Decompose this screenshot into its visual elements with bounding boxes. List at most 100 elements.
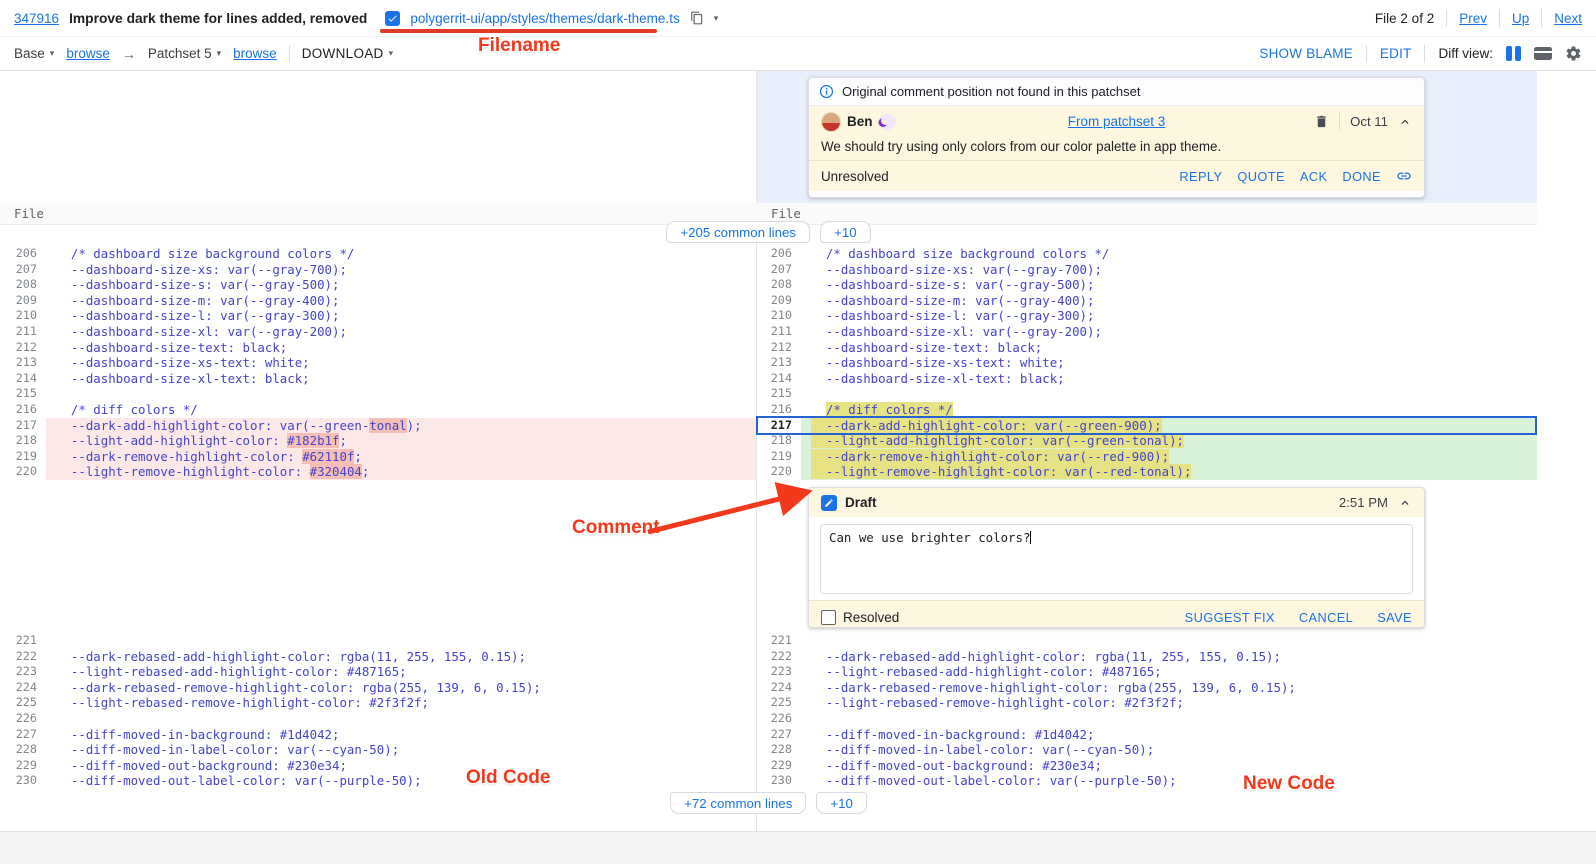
right-line-number[interactable]: 224 xyxy=(756,680,801,696)
left-code-cell: --diff-moved-in-background: #1d4042; xyxy=(46,727,756,743)
left-line-number[interactable]: 220 xyxy=(0,464,46,480)
right-line-number[interactable]: 208 xyxy=(756,277,801,293)
thread-action-ack[interactable]: ACK xyxy=(1300,169,1328,184)
right-line-number[interactable]: 223 xyxy=(756,664,801,680)
left-line-number[interactable]: 207 xyxy=(0,262,46,278)
right-line-number[interactable]: 219 xyxy=(756,449,801,465)
left-code-cell: --light-add-highlight-color: #182b1f; xyxy=(46,433,756,449)
left-code-cell: /* diff colors */ xyxy=(46,402,756,418)
side-by-side-view-icon[interactable] xyxy=(1506,46,1521,61)
right-line-number[interactable]: 227 xyxy=(756,727,801,743)
expand-button[interactable]: +10 xyxy=(820,221,871,243)
right-line-number[interactable]: 211 xyxy=(756,324,801,340)
resolved-checkbox[interactable] xyxy=(821,610,836,625)
right-line-number[interactable]: 221 xyxy=(756,633,801,649)
right-line-number[interactable]: 230 xyxy=(756,773,801,789)
code-row: 209 --dashboard-size-m: var(--gray-400);… xyxy=(0,293,1537,309)
right-line-number[interactable]: 222 xyxy=(756,649,801,665)
base-selector[interactable]: Base▾ xyxy=(14,46,54,61)
thread-action-done[interactable]: DONE xyxy=(1342,169,1381,184)
right-line-number[interactable]: 215 xyxy=(756,386,801,402)
left-line-number[interactable]: 219 xyxy=(0,449,46,465)
next-file-link[interactable]: Next xyxy=(1554,11,1582,26)
right-line-number[interactable]: 209 xyxy=(756,293,801,309)
expand-button[interactable]: +205 common lines xyxy=(666,221,810,243)
left-line-number[interactable]: 227 xyxy=(0,727,46,743)
left-line-number[interactable]: 229 xyxy=(0,758,46,774)
draft-action-cancel[interactable]: CANCEL xyxy=(1299,610,1353,625)
left-line-number[interactable]: 209 xyxy=(0,293,46,309)
link-icon[interactable] xyxy=(1396,168,1412,184)
right-line-number[interactable]: 212 xyxy=(756,340,801,356)
left-line-number[interactable]: 210 xyxy=(0,308,46,324)
browse-patchset-link[interactable]: browse xyxy=(233,46,277,61)
trash-icon[interactable] xyxy=(1314,114,1329,129)
right-line-number[interactable]: 225 xyxy=(756,695,801,711)
reviewed-checkbox[interactable] xyxy=(385,11,400,26)
left-line-number[interactable]: 214 xyxy=(0,371,46,387)
right-line-number[interactable]: 217 xyxy=(756,418,801,434)
browse-base-link[interactable]: browse xyxy=(66,46,110,61)
right-arrow-icon: → xyxy=(122,46,136,62)
left-code-cell: --dashboard-size-m: var(--gray-400); xyxy=(46,293,756,309)
left-line-number[interactable]: 222 xyxy=(0,649,46,665)
edit-button[interactable]: EDIT xyxy=(1380,46,1412,61)
draft-action-suggest-fix[interactable]: SUGGEST FIX xyxy=(1185,610,1275,625)
unified-view-icon[interactable] xyxy=(1534,47,1552,60)
right-line-number[interactable]: 229 xyxy=(756,758,801,774)
left-line-number[interactable]: 224 xyxy=(0,680,46,696)
gear-icon[interactable] xyxy=(1565,45,1582,62)
left-line-number[interactable]: 218 xyxy=(0,433,46,449)
right-line-number[interactable]: 207 xyxy=(756,262,801,278)
left-line-number[interactable]: 211 xyxy=(0,324,46,340)
expand-button[interactable]: +10 xyxy=(816,792,867,814)
collapse-chevron-icon[interactable] xyxy=(1398,115,1412,129)
up-link[interactable]: Up xyxy=(1512,11,1529,26)
change-number-link[interactable]: 347916 xyxy=(14,11,59,26)
thread-action-quote[interactable]: QUOTE xyxy=(1237,169,1285,184)
right-line-number[interactable]: 210 xyxy=(756,308,801,324)
left-line-number[interactable]: 206 xyxy=(0,246,46,262)
patchset-selector[interactable]: Patchset 5▾ xyxy=(148,46,221,61)
thread-action-reply[interactable]: REPLY xyxy=(1179,169,1222,184)
right-line-number[interactable]: 218 xyxy=(756,433,801,449)
draft-action-save[interactable]: SAVE xyxy=(1377,610,1412,625)
file-dropdown-caret-icon[interactable]: ▾ xyxy=(714,14,719,23)
copy-icon[interactable] xyxy=(690,11,704,25)
left-line-number[interactable]: 228 xyxy=(0,742,46,758)
code-row: 223 --light-rebased-add-highlight-color:… xyxy=(0,664,1537,680)
right-line-number[interactable]: 206 xyxy=(756,246,801,262)
left-line-number[interactable]: 208 xyxy=(0,277,46,293)
right-line-number[interactable]: 220 xyxy=(756,464,801,480)
code-row: 229 --diff-moved-out-background: #230e34… xyxy=(0,758,1537,774)
right-code-cell: --diff-moved-in-label-color: var(--cyan-… xyxy=(801,742,1537,758)
left-code-cell: --light-rebased-add-highlight-color: #48… xyxy=(46,664,756,680)
right-line-number[interactable]: 228 xyxy=(756,742,801,758)
left-line-number[interactable]: 216 xyxy=(0,402,46,418)
left-line-number[interactable]: 212 xyxy=(0,340,46,356)
draft-pencil-icon xyxy=(821,495,837,511)
file-path-link[interactable]: polygerrit-ui/app/styles/themes/dark-the… xyxy=(410,11,679,26)
show-blame-button[interactable]: SHOW BLAME xyxy=(1259,46,1353,61)
right-line-number[interactable]: 216 xyxy=(756,402,801,418)
collapse-chevron-icon[interactable] xyxy=(1398,496,1412,510)
download-menu[interactable]: DOWNLOAD▾ xyxy=(302,46,394,61)
left-line-number[interactable]: 215 xyxy=(0,386,46,402)
left-code-cell: --dashboard-size-s: var(--gray-500); xyxy=(46,277,756,293)
left-line-number[interactable]: 221 xyxy=(0,633,46,649)
right-line-number[interactable]: 214 xyxy=(756,371,801,387)
prev-file-link[interactable]: Prev xyxy=(1459,11,1487,26)
draft-text-input[interactable]: Can we use brighter colors? xyxy=(820,524,1413,594)
code-row: 226 226 xyxy=(0,711,1537,727)
left-line-number[interactable]: 230 xyxy=(0,773,46,789)
left-line-number[interactable]: 223 xyxy=(0,664,46,680)
from-patchset-link[interactable]: From patchset 3 xyxy=(1068,114,1166,129)
right-line-number[interactable]: 226 xyxy=(756,711,801,727)
left-line-number[interactable]: 226 xyxy=(0,711,46,727)
left-line-number[interactable]: 217 xyxy=(0,418,46,434)
left-line-number[interactable]: 225 xyxy=(0,695,46,711)
right-line-number[interactable]: 213 xyxy=(756,355,801,371)
left-line-number[interactable]: 213 xyxy=(0,355,46,371)
expand-button[interactable]: +72 common lines xyxy=(670,792,806,814)
right-code-cell: --light-add-highlight-color: var(--green… xyxy=(801,433,1537,449)
